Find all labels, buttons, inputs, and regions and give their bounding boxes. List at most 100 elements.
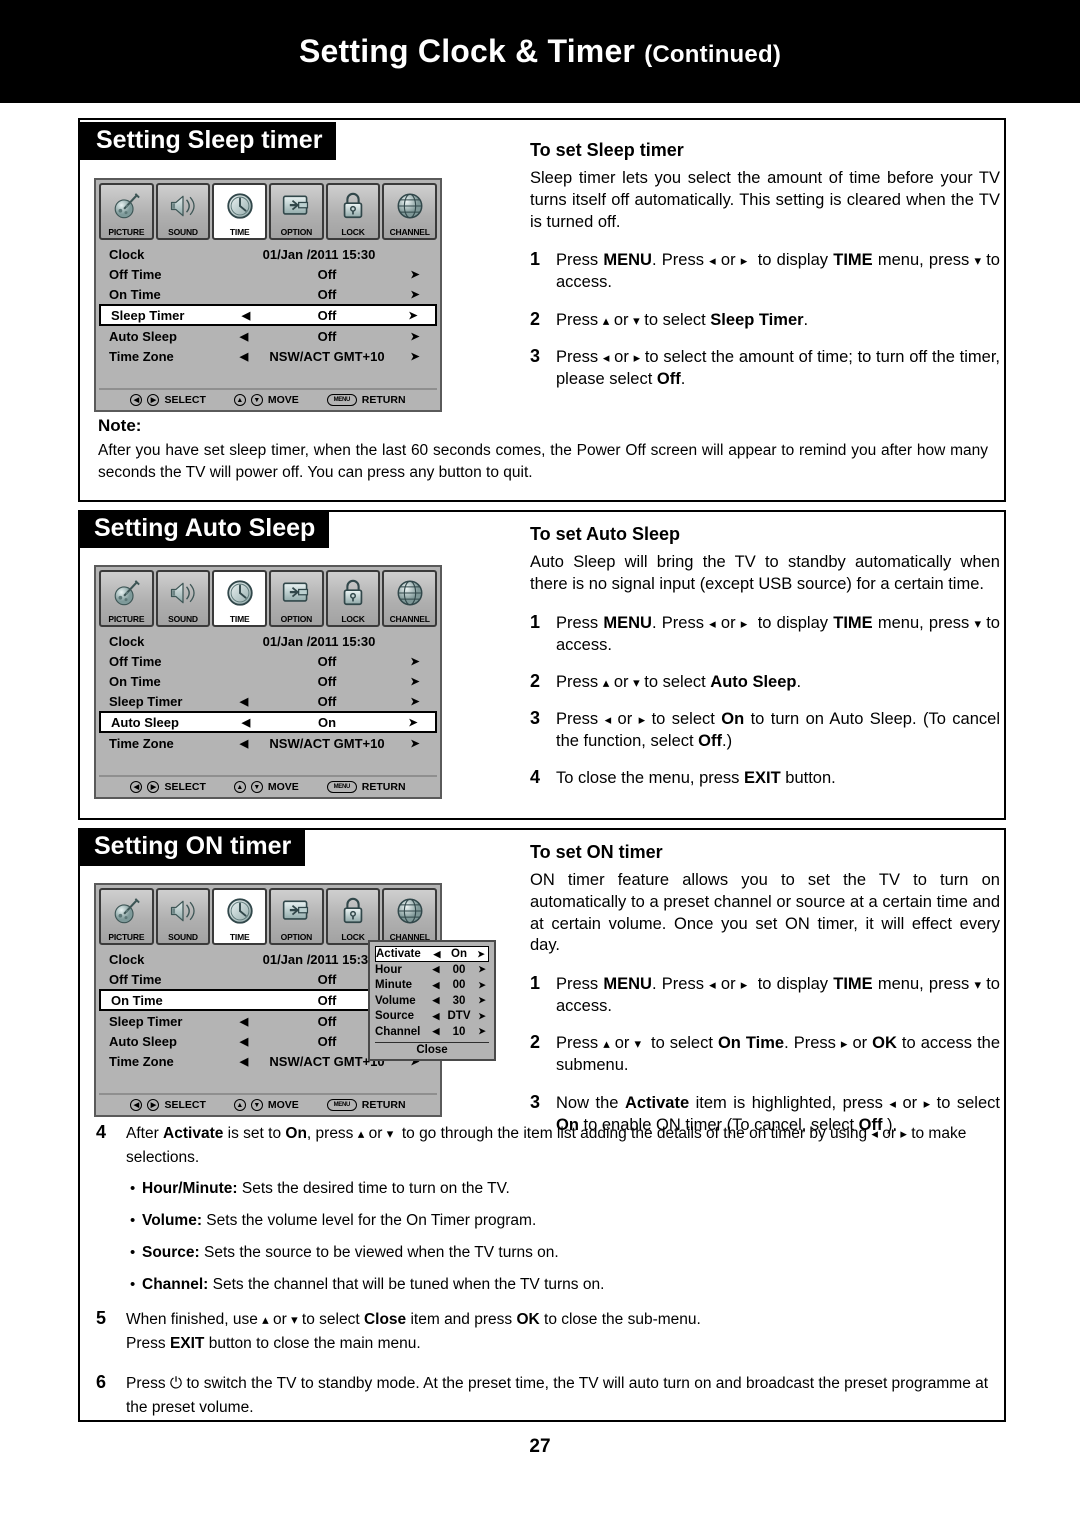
hint-return-label: RETURN: [361, 394, 406, 406]
left-key-icon: ◀: [130, 781, 143, 793]
left-arrow-icon[interactable]: ◀: [231, 1035, 257, 1048]
left-arrow-icon[interactable]: ◀: [231, 350, 257, 363]
osd-tab-label: TIME: [229, 614, 250, 624]
osd-tab-label: CHANNEL: [389, 227, 430, 237]
right-arrow-icon[interactable]: ➤: [475, 964, 489, 975]
osd-tab-sound[interactable]: SOUND: [155, 183, 211, 240]
left-arrow-icon[interactable]: ◀: [231, 1055, 257, 1068]
osd-row-sleep-timer[interactable]: Sleep Timer ◀ Off ➤: [99, 691, 437, 711]
osd-row-on-time[interactable]: On Time Off ➤: [99, 284, 437, 304]
hint-return: MENU RETURN: [326, 394, 406, 406]
right-arrow-icon[interactable]: ➤: [397, 288, 433, 301]
left-arrow-icon[interactable]: ◀: [429, 995, 443, 1006]
osd-row-on-time[interactable]: On Time Off ➤: [99, 671, 437, 691]
osd-row-time-zone[interactable]: Time Zone ◀ NSW/ACT GMT+10 ➤: [99, 346, 437, 366]
osd-tab-picture[interactable]: PICTURE: [99, 570, 154, 627]
osd-spacer: [99, 366, 437, 386]
submenu-row-label: Volume: [375, 994, 416, 1007]
list-item: • Volume: Sets the volume level for the O…: [130, 1212, 992, 1230]
submenu-row-source[interactable]: Source ◀ DTV ➤: [375, 1009, 489, 1025]
left-arrow-icon[interactable]: ◀: [429, 980, 443, 991]
osd-panel-auto-sleep: PICTURE SOUND TIME OPTION LOCK CHANNEL Clock 0…: [94, 565, 442, 799]
osd-spacer: [99, 1071, 437, 1091]
osd-tab-label: TIME: [229, 227, 250, 237]
osd-tab-option[interactable]: OPTION: [269, 570, 324, 627]
step-text: Press MENU. Press ◂ or ▸ to display TIME…: [556, 975, 1000, 1016]
section-on-timer: Setting ON timer PICTURE SOUND TIME OPTION L…: [78, 828, 1006, 1422]
hint-select-label: SELECT: [164, 781, 206, 793]
left-arrow-icon[interactable]: ◀: [429, 1026, 443, 1037]
osd-tab-label: CHANNEL: [389, 614, 430, 624]
osd-row-clock[interactable]: Clock 01/Jan /2011 15:30: [99, 244, 437, 264]
wrench-screen-icon: [271, 185, 322, 227]
left-arrow-icon[interactable]: ◀: [233, 716, 259, 729]
wrench-screen-icon: [271, 890, 322, 932]
osd-tab-option[interactable]: OPTION: [269, 183, 324, 240]
left-arrow-icon[interactable]: ◀: [429, 964, 443, 975]
osd-tab-bar: PICTURE SOUND TIME OPTION LOCK CHANNEL: [99, 183, 438, 240]
right-arrow-icon[interactable]: ➤: [397, 330, 433, 343]
osd-tab-option[interactable]: OPTION: [269, 888, 324, 945]
osd-row-off-time[interactable]: Off Time Off ➤: [99, 264, 437, 284]
osd-row-time-zone[interactable]: Time Zone ◀ NSW/ACT GMT+10 ➤: [99, 733, 437, 753]
submenu-row-activate[interactable]: Activate ◀ On ➤: [375, 946, 489, 962]
right-arrow-icon[interactable]: ➤: [475, 995, 489, 1006]
osd-tab-sound[interactable]: SOUND: [155, 570, 211, 627]
submenu-close-item[interactable]: Close: [375, 1041, 489, 1056]
right-arrow-icon[interactable]: ➤: [395, 309, 431, 322]
left-arrow-icon[interactable]: ◀: [233, 309, 259, 322]
osd-row-label: Auto Sleep: [109, 328, 177, 344]
osd-footer-hints: ◀ ▶ SELECT ▲ ▼ MOVE MENU RETURN: [99, 388, 437, 410]
left-arrow-icon[interactable]: ◀: [231, 695, 257, 708]
osd-tab-lock[interactable]: LOCK: [325, 183, 381, 240]
step-text: When finished, use ▴ or ▾ to select Clos…: [126, 1311, 701, 1353]
right-arrow-icon[interactable]: ➤: [397, 268, 433, 281]
globe-icon: [384, 890, 435, 932]
right-arrow-icon[interactable]: ➤: [474, 949, 488, 960]
osd-tab-channel[interactable]: CHANNEL: [382, 183, 438, 240]
submenu-row-minute[interactable]: Minute ◀ 00 ➤: [375, 978, 489, 994]
osd-tab-picture[interactable]: PICTURE: [99, 183, 154, 240]
osd-tab-sound[interactable]: SOUND: [155, 888, 211, 945]
osd-row-label: Time Zone: [109, 1053, 174, 1069]
speaker-icon: [158, 890, 209, 932]
osd-tab-label: LOCK: [341, 932, 365, 942]
submenu-row-channel[interactable]: Channel ◀ 10 ➤: [375, 1024, 489, 1040]
left-arrow-icon[interactable]: ◀: [231, 1015, 257, 1028]
submenu-row-volume[interactable]: Volume ◀ 30 ➤: [375, 993, 489, 1009]
osd-tab-time[interactable]: TIME: [212, 183, 268, 240]
page-number: 27: [529, 1436, 551, 1457]
right-arrow-icon[interactable]: ➤: [395, 716, 431, 729]
right-arrow-icon[interactable]: ➤: [397, 350, 433, 363]
osd-row-clock[interactable]: Clock 01/Jan /2011 15:30: [99, 631, 437, 651]
osd-row-sleep-timer[interactable]: Sleep Timer ◀ Off ➤: [99, 304, 437, 326]
right-arrow-icon[interactable]: ➤: [397, 675, 433, 688]
osd-tab-time[interactable]: TIME: [212, 888, 268, 945]
on-timer-submenu[interactable]: Activate ◀ On ➤ Hour ◀ 00 ➤ Minute ◀ 00 ➤ Volume ◀ 30 ➤…: [368, 940, 496, 1061]
right-arrow-icon[interactable]: ➤: [397, 655, 433, 668]
left-arrow-icon[interactable]: ◀: [430, 949, 444, 960]
right-arrow-icon[interactable]: ➤: [397, 695, 433, 708]
step-text: Press MENU. Press ◂ or ▸ to display TIME…: [556, 613, 1000, 654]
osd-tab-channel[interactable]: CHANNEL: [382, 570, 438, 627]
osd-tab-lock[interactable]: LOCK: [325, 570, 381, 627]
hint-select: ◀ ▶ SELECT: [130, 781, 206, 793]
instruction-step: 2 Press ▴ or ▾ to select Sleep Timer.: [530, 309, 1000, 331]
right-arrow-icon[interactable]: ➤: [475, 980, 489, 991]
osd-tab-picture[interactable]: PICTURE: [99, 888, 154, 945]
osd-tab-lock[interactable]: LOCK: [325, 888, 381, 945]
osd-tab-channel[interactable]: CHANNEL: [382, 888, 438, 945]
osd-tab-label: SOUND: [168, 227, 198, 237]
right-arrow-icon[interactable]: ➤: [475, 1011, 489, 1022]
osd-row-off-time[interactable]: Off Time Off ➤: [99, 651, 437, 671]
left-arrow-icon[interactable]: ◀: [231, 737, 257, 750]
left-arrow-icon[interactable]: ◀: [231, 330, 257, 343]
osd-tab-time[interactable]: TIME: [212, 570, 268, 627]
osd-row-auto-sleep[interactable]: Auto Sleep ◀ Off ➤: [99, 326, 437, 346]
hint-select: ◀ ▶ SELECT: [130, 394, 206, 406]
left-arrow-icon[interactable]: ◀: [429, 1011, 443, 1022]
submenu-row-hour[interactable]: Hour ◀ 00 ➤: [375, 962, 489, 978]
right-arrow-icon[interactable]: ➤: [475, 1026, 489, 1037]
right-arrow-icon[interactable]: ➤: [397, 737, 433, 750]
osd-row-auto-sleep[interactable]: Auto Sleep ◀ On ➤: [99, 711, 437, 733]
